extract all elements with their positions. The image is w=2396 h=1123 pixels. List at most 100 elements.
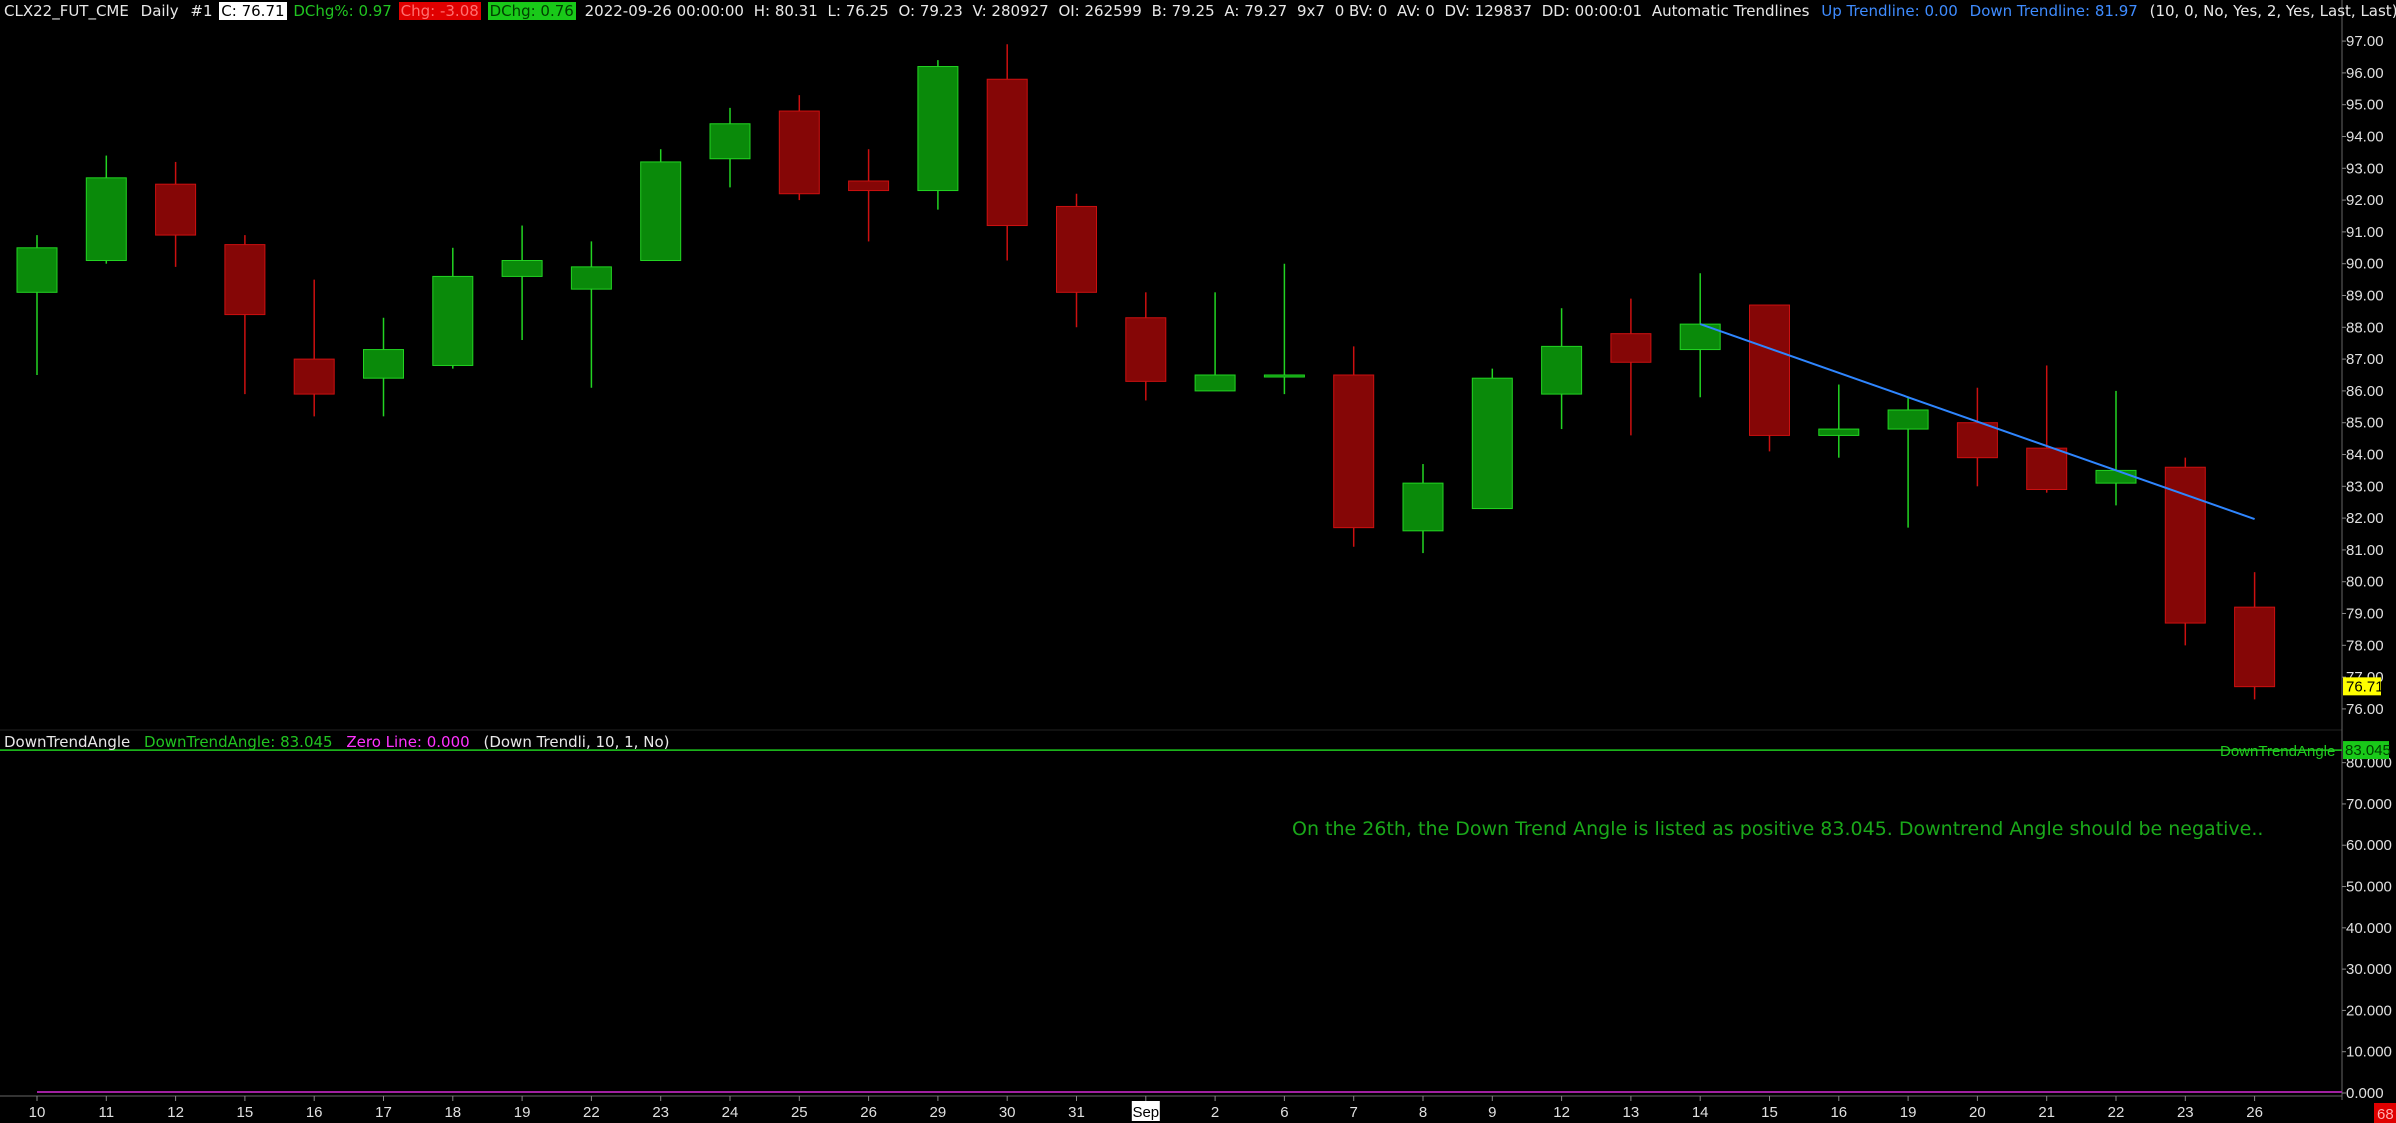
y-tick-label: 84.00 bbox=[2346, 447, 2384, 464]
x-tick-label: 29 bbox=[930, 1104, 947, 1121]
y-tick-label: 96.00 bbox=[2346, 65, 2384, 82]
candle bbox=[1749, 304, 1790, 452]
ask-value: A: 79.27 bbox=[1224, 2, 1288, 20]
indicator-study-name[interactable]: DownTrendAngle bbox=[4, 733, 130, 751]
x-tick-label: 19 bbox=[514, 1104, 531, 1121]
candle bbox=[917, 60, 959, 210]
candle-body bbox=[1263, 374, 1305, 378]
x-tick-label: 30 bbox=[999, 1104, 1016, 1121]
ind-y-tick-label: 0.000 bbox=[2346, 1085, 2384, 1102]
candle bbox=[2095, 390, 2137, 506]
candle bbox=[778, 95, 820, 201]
x-tick-label: 8 bbox=[1419, 1104, 1427, 1121]
low-value: L: 76.25 bbox=[827, 2, 889, 20]
x-tick-label: 23 bbox=[652, 1104, 669, 1121]
candle-body bbox=[155, 183, 197, 236]
y-tick-label: 87.00 bbox=[2346, 351, 2384, 368]
indicator-header: DownTrendAngle DownTrendAngle: 83.045 Ze… bbox=[4, 732, 678, 752]
x-tick-label: 10 bbox=[29, 1104, 46, 1121]
ind-y-tick-label: 20.000 bbox=[2346, 1002, 2392, 1019]
candle-body bbox=[1887, 409, 1929, 430]
chart-number: #1 bbox=[190, 2, 213, 20]
price-chart[interactable]: 76.0077.0078.0079.0080.0081.0082.0083.00… bbox=[0, 0, 2396, 1123]
candle-body bbox=[778, 110, 820, 195]
candle-body bbox=[1541, 345, 1583, 395]
dd-value: DD: 00:00:01 bbox=[1541, 2, 1643, 20]
candle bbox=[709, 107, 751, 188]
chart-header: CLX22_FUT_CME Daily #1 C: 76.71 DChg%: 0… bbox=[4, 1, 2396, 21]
main-y-axis: 76.0077.0078.0079.0080.0081.0082.0083.00… bbox=[0, 0, 2384, 1100]
oi-value: OI: 262599 bbox=[1058, 2, 1142, 20]
indicator-line-label: DownTrendAngle bbox=[2220, 743, 2335, 760]
indicator-params: (Down Trendli, 10, 1, No) bbox=[483, 733, 670, 751]
candle bbox=[85, 155, 127, 264]
candle bbox=[1679, 273, 1721, 398]
candle-body bbox=[848, 180, 890, 192]
x-tick-label: 7 bbox=[1350, 1104, 1358, 1121]
ind-y-tick-label: 30.000 bbox=[2346, 961, 2392, 978]
candle-body bbox=[640, 161, 682, 262]
candle bbox=[640, 149, 682, 262]
size-value: 9x7 bbox=[1296, 2, 1325, 20]
candle-body bbox=[1610, 333, 1652, 363]
x-tick-label: 22 bbox=[583, 1104, 600, 1121]
x-tick-label: 11 bbox=[99, 1104, 115, 1121]
high-value: H: 80.31 bbox=[753, 2, 818, 20]
close-value: C: 76.71 bbox=[219, 2, 287, 20]
x-tick-label: 13 bbox=[1623, 1104, 1640, 1121]
y-tick-label: 90.00 bbox=[2346, 256, 2384, 273]
candle-body bbox=[85, 177, 127, 262]
candle bbox=[2026, 365, 2068, 493]
candle-body bbox=[1749, 304, 1790, 436]
x-tick-label: 14 bbox=[1692, 1104, 1709, 1121]
candle bbox=[1541, 308, 1583, 430]
x-tick-label: 16 bbox=[306, 1104, 323, 1121]
candle bbox=[1956, 387, 1998, 487]
ind-y-tick-label: 50.000 bbox=[2346, 879, 2392, 896]
x-tick-label: 12 bbox=[1553, 1104, 1570, 1121]
x-tick-label: 23 bbox=[2177, 1104, 2194, 1121]
dchg-value: DChg: 0.76 bbox=[487, 2, 576, 20]
y-tick-label: 79.00 bbox=[2346, 606, 2384, 623]
volume-value: V: 280927 bbox=[972, 2, 1049, 20]
ind-y-tick-label: 10.000 bbox=[2346, 1044, 2392, 1061]
y-tick-label: 94.00 bbox=[2346, 128, 2384, 145]
y-tick-label: 85.00 bbox=[2346, 415, 2384, 432]
y-tick-label: 91.00 bbox=[2346, 224, 2384, 241]
candle-body bbox=[1818, 428, 1860, 436]
study-params: (10, 0, No, Yes, 2, Yes, Last, Last) bbox=[2149, 2, 2396, 20]
study-name[interactable]: Automatic Trendlines bbox=[1652, 2, 1810, 20]
candle bbox=[1125, 292, 1167, 401]
candle bbox=[16, 235, 58, 375]
open-value: O: 79.23 bbox=[898, 2, 963, 20]
interval-label: Daily bbox=[140, 2, 179, 20]
candle bbox=[501, 225, 543, 341]
candle bbox=[1610, 298, 1652, 436]
dchg-pct-value: DChg%: 0.97 bbox=[293, 2, 392, 20]
chg-value: Chg: -3.08 bbox=[398, 2, 481, 20]
y-tick-label: 82.00 bbox=[2346, 510, 2384, 527]
y-tick-label: 86.00 bbox=[2346, 383, 2384, 400]
indicator-value: DownTrendAngle: 83.045 bbox=[144, 733, 333, 751]
candle-body bbox=[224, 244, 266, 316]
candle bbox=[2234, 572, 2276, 700]
candle bbox=[363, 317, 404, 417]
x-tick-label: 17 bbox=[375, 1104, 392, 1121]
candle bbox=[986, 44, 1028, 261]
candle bbox=[1471, 368, 1513, 510]
candle-body bbox=[1056, 205, 1097, 293]
candle-body bbox=[293, 358, 335, 395]
indicator-value-label: 83.045 bbox=[2345, 742, 2391, 759]
candle-body bbox=[917, 66, 959, 192]
candle-body bbox=[1679, 323, 1721, 351]
x-tick-label: 25 bbox=[791, 1104, 808, 1121]
y-tick-label: 95.00 bbox=[2346, 97, 2384, 114]
x-tick-label: 21 bbox=[2038, 1104, 2055, 1121]
y-tick-label: 76.00 bbox=[2346, 701, 2384, 718]
candle-body bbox=[1471, 377, 1513, 510]
symbol-label[interactable]: CLX22_FUT_CME bbox=[4, 2, 129, 20]
x-tick-label: 24 bbox=[722, 1104, 739, 1121]
x-tick-label: Sep bbox=[1132, 1104, 1159, 1121]
candle-body bbox=[986, 78, 1028, 227]
candle-body bbox=[709, 123, 751, 160]
